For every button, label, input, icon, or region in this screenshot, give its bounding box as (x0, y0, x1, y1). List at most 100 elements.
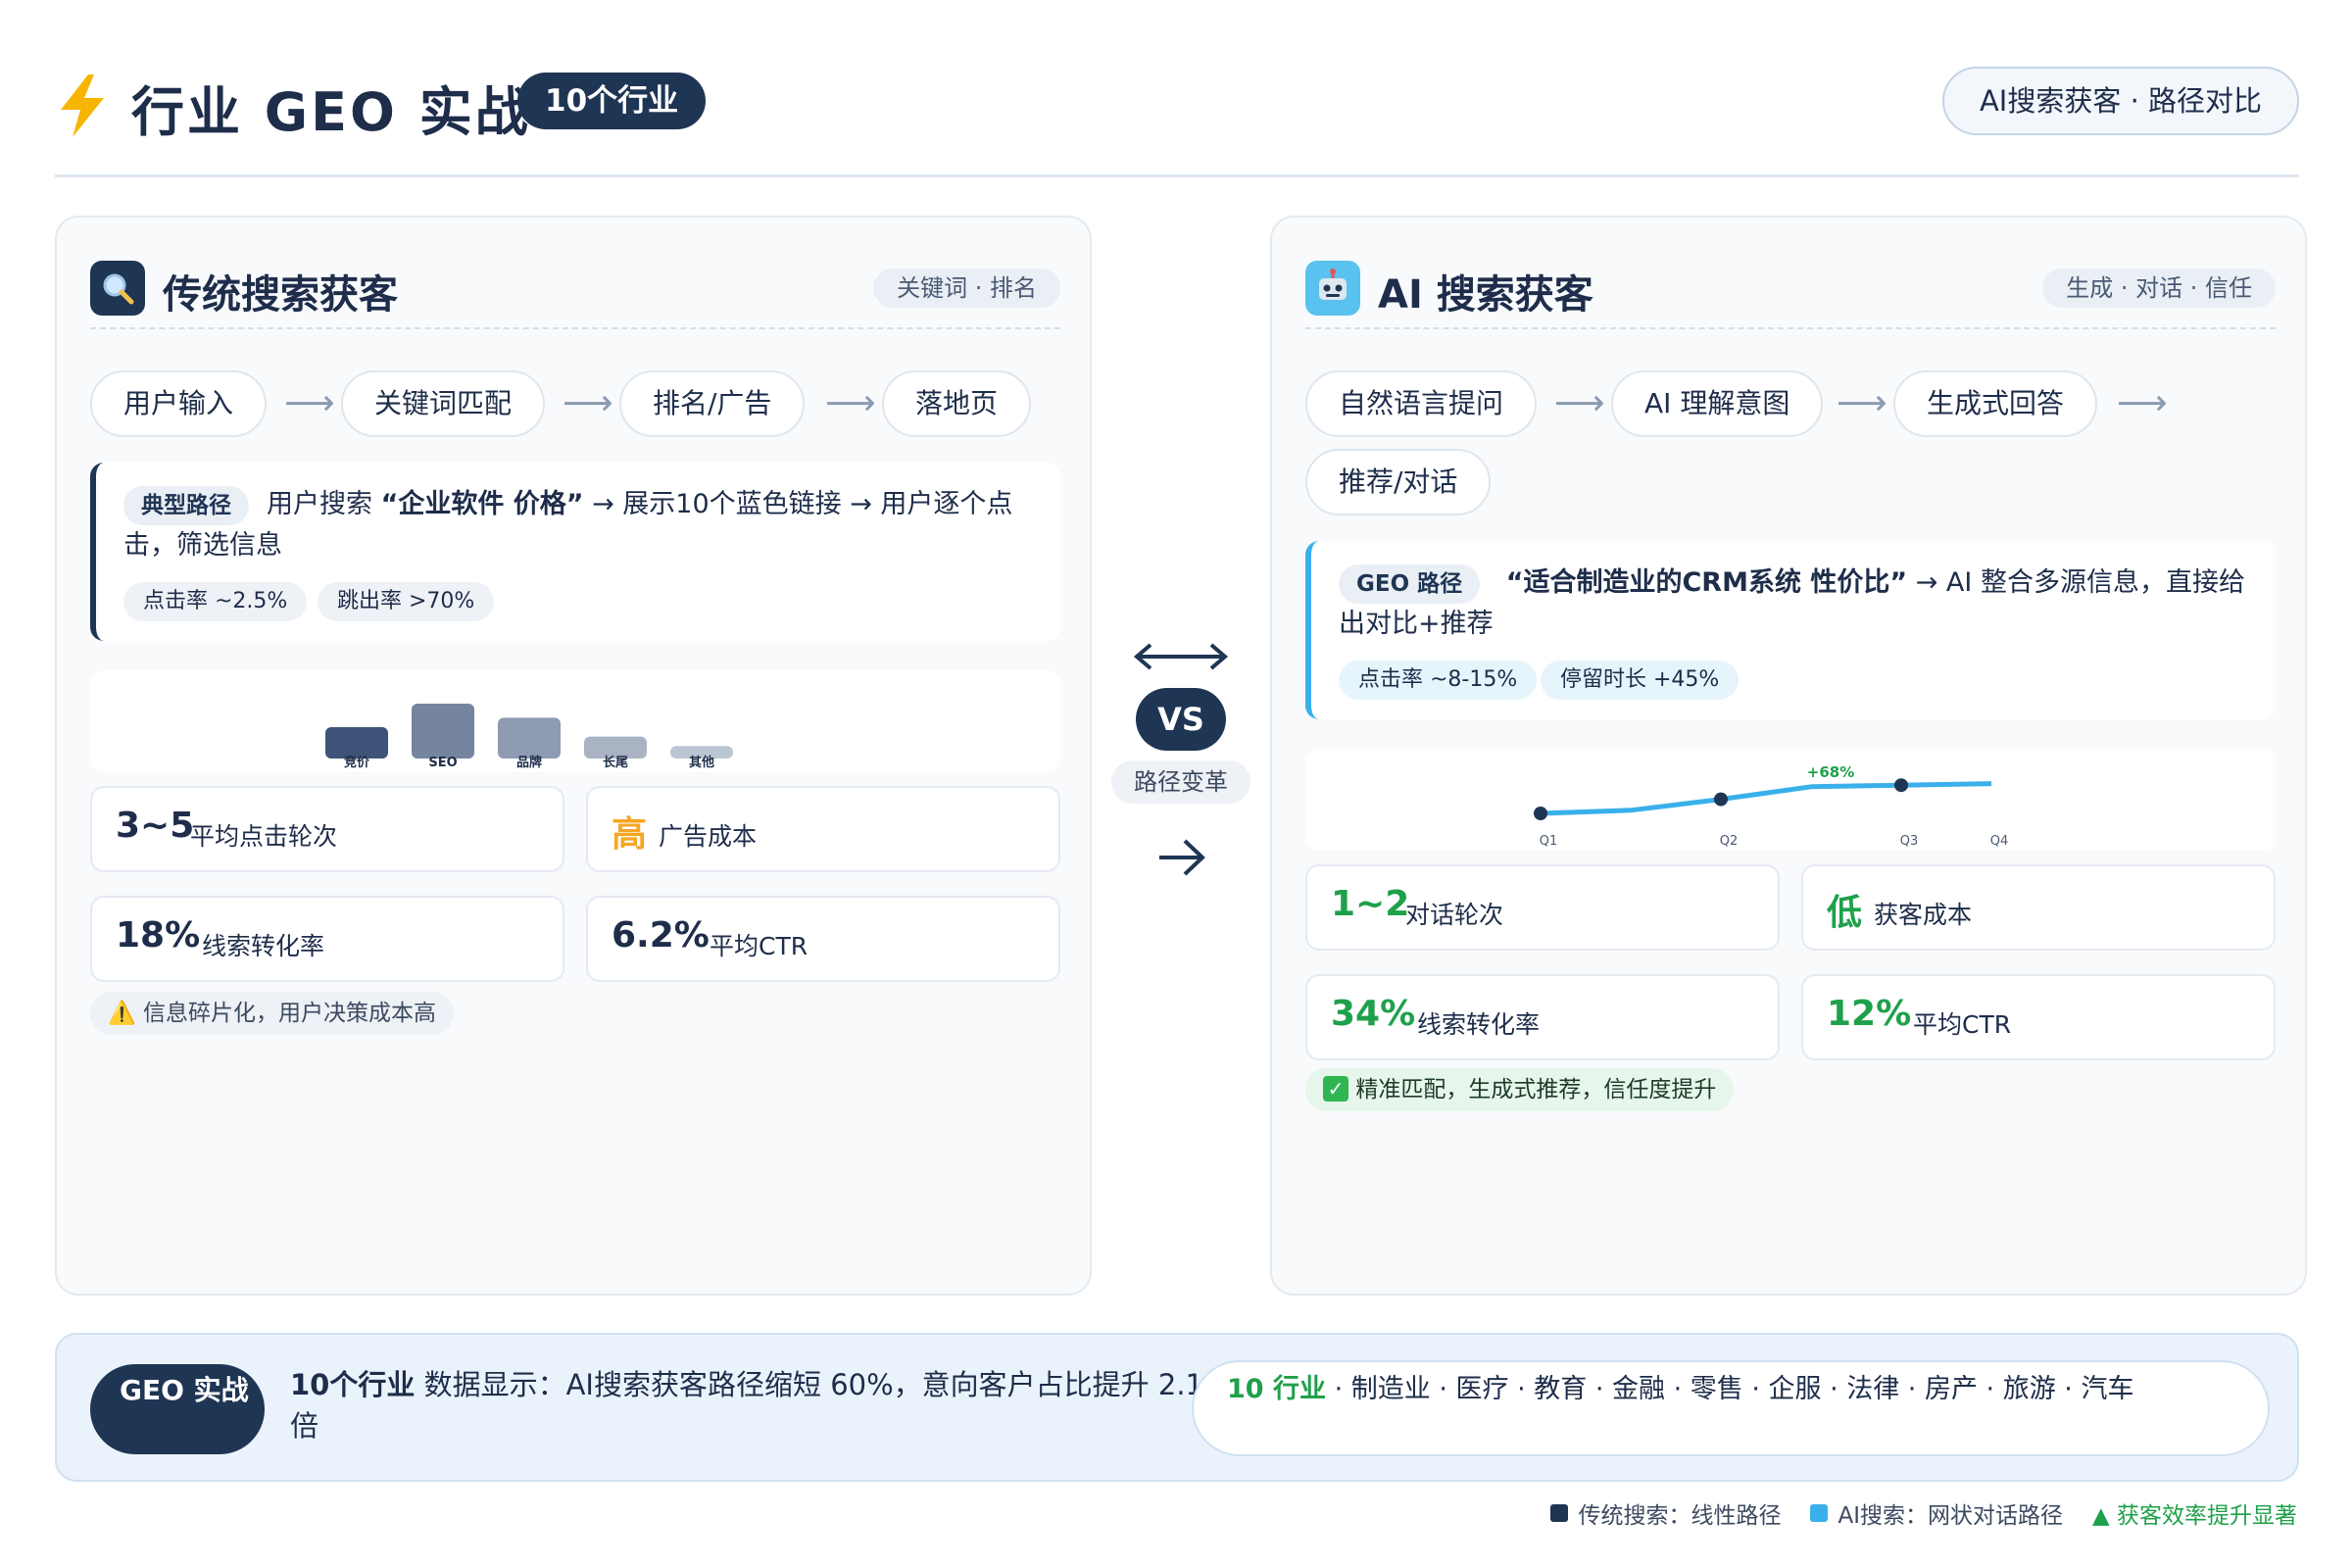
page-title: 行业 GEO 实战 (131, 81, 531, 143)
summary-text: 10个行业 数据显示：AI搜索获客路径缩短 60%，意向客户占比提升 2.1 倍 (290, 1364, 1241, 1446)
metric-value: 12% (1827, 994, 1912, 1034)
metric-avg-ctr: 12% 平均CTR (1801, 974, 2276, 1060)
bounce-chip: 跳出率 >70% (318, 582, 495, 621)
legend-label: 传统搜索：线性路径 (1578, 1503, 1782, 1529)
x-tick-label: Q4 (1990, 834, 2009, 849)
metric-ad-cost: 高 广告成本 (586, 786, 1060, 872)
summary-bold: 10个行业 (290, 1368, 416, 1401)
path-description: 典型路径 用户搜索 “企业软件 价格” → 展示10个蓝色链接 → 用户逐个点击，… (123, 484, 1045, 566)
metric-chat-rounds: 1~2 对话轮次 (1305, 864, 1780, 951)
bar-label: 品牌 (516, 755, 542, 770)
legend-ai: AI搜索：网状对话路径 (1810, 1496, 2063, 1530)
ai-line-chart: Q1 Q2 Q3 Q4 +68% (1305, 749, 2276, 851)
bar-label: 竞价 (344, 755, 370, 770)
metric-label: 广告成本 (659, 822, 758, 851)
step-landing-page[interactable]: 落地页 (882, 370, 1032, 437)
metric-value: 低 (1827, 893, 1863, 933)
metric-label: 对话轮次 (1405, 901, 1504, 929)
metric-value: 1~2 (1331, 884, 1410, 924)
industry-list-pill: 10 行业 · 制造业 · 医疗 · 教育 · 金融 · 零售 · 企服 · 法… (1192, 1360, 2270, 1456)
success-note: ✓ 精准匹配，生成式推荐，信任度提升 (1305, 1068, 1735, 1111)
panel-divider (90, 327, 1060, 329)
path-label: GEO 路径 (1339, 564, 1481, 604)
bar (498, 717, 561, 759)
bar (325, 727, 388, 759)
bar-label: 长尾 (603, 755, 628, 770)
metric-lead-conversion: 34% 线索转化率 (1305, 974, 1780, 1060)
line-chart-svg: Q1 Q2 Q3 Q4 +68% (1534, 763, 2009, 849)
metric-avg-ctr: 6.2% 平均CTR (586, 896, 1060, 982)
x-tick-label: Q2 (1720, 834, 1739, 849)
vs-divider: VS 路径变革 (1107, 637, 1254, 892)
legend-swatch (1550, 1504, 1569, 1522)
header-divider (55, 174, 2299, 177)
step-user-input[interactable]: 用户输入 (90, 370, 268, 437)
panel-title: 传统搜索获客 (163, 272, 398, 318)
step-ai-intent[interactable]: AI 理解意图 (1611, 370, 1824, 437)
panel-header: 传统搜索获客 关键词 · 排名 (90, 257, 1060, 323)
typical-path-card: 典型路径 用户搜索 “企业软件 价格” → 展示10个蓝色链接 → 用户逐个点击，… (90, 463, 1060, 641)
arrow-right-icon: ⟶ (1554, 383, 1605, 423)
step-keyword-match[interactable]: 关键词匹配 (341, 370, 546, 437)
arrow-right-icon: ⟶ (825, 383, 876, 423)
path-label: 典型路径 (123, 485, 249, 525)
metric-value: 3~5 (116, 806, 195, 846)
legend-label: AI搜索：网状对话路径 (1838, 1503, 2063, 1529)
page-header: 行业 GEO 实战 10个行业 AI搜索获客 · 路径对比 (55, 61, 2299, 145)
industry-count-badge: 10个行业 (517, 73, 707, 129)
line-point (1894, 778, 1908, 793)
metric-label: 获客成本 (1874, 901, 1973, 929)
summary-banner: GEO 实战 10个行业 数据显示：AI搜索获客路径缩短 60%，意向客户占比提… (55, 1333, 2299, 1482)
step-ranking-ads[interactable]: 排名/广告 (619, 370, 806, 437)
check-icon: ✓ (1323, 1075, 1348, 1102)
growth-annotation: +68% (1807, 763, 1854, 781)
line-point (1714, 792, 1728, 807)
ctr-chip: 点击率 ~2.5% (123, 582, 308, 621)
path-query: “企业软件 价格” (380, 489, 584, 519)
metric-value: 34% (1331, 994, 1416, 1034)
ctr-chip: 点击率 ~8-15% (1339, 661, 1538, 700)
note-text: 精准匹配，生成式推荐，信任度提升 (1355, 1077, 1717, 1102)
metric-label: 线索转化率 (202, 932, 325, 960)
legend-up: ▲ 获客效率提升显著 (2092, 1503, 2297, 1529)
metric-value: 6.2% (612, 915, 710, 956)
metric-label: 平均CTR (710, 932, 808, 960)
summary-body: 数据显示：AI搜索获客路径缩短 60%，意向客户占比提升 2.1 倍 (290, 1368, 1203, 1443)
panel-divider (1305, 327, 2276, 329)
arrow-right-icon: ⟶ (563, 383, 613, 423)
path-query: “适合制造业的CRM系统 性价比” (1505, 567, 1908, 598)
metric-click-rounds: 3~5 平均点击轮次 (90, 786, 564, 872)
panel-tag: 关键词 · 排名 (873, 269, 1060, 308)
arrow-right-icon (1159, 839, 1205, 876)
panel-title: AI 搜索获客 (1378, 272, 1593, 318)
note-text: 信息碎片化，用户决策成本高 (142, 1001, 436, 1026)
legend: 传统搜索：线性路径 AI搜索：网状对话路径 ▲ 获客效率提升显著 (1550, 1495, 2297, 1531)
robot-icon (1305, 261, 1360, 316)
arrow-right-icon: ⟶ (1837, 383, 1887, 423)
bar-label: 其他 (689, 755, 714, 770)
metric-label: 平均CTR (1913, 1010, 2012, 1039)
traditional-bar-chart: 竞价 SEO 品牌 长尾 其他 (90, 670, 1060, 772)
line-point (1534, 807, 1547, 820)
warning-note: ⚠️ 信息碎片化，用户决策成本高 (90, 992, 454, 1035)
bar-label: SEO (428, 756, 457, 770)
metric-label: 平均点击轮次 (190, 822, 338, 851)
step-recommend-chat[interactable]: 推荐/对话 (1305, 449, 1492, 515)
bar (412, 704, 474, 759)
dwell-chip: 停留时长 +45% (1541, 661, 1740, 700)
panel-tag: 生成 · 对话 · 信任 (2042, 269, 2276, 308)
ai-search-panel: AI 搜索获客 生成 · 对话 · 信任 自然语言提问 ⟶ AI 理解意图 ⟶ … (1270, 216, 2307, 1296)
vs-caption: 路径变革 (1111, 760, 1250, 804)
panel-header: AI 搜索获客 生成 · 对话 · 信任 (1305, 257, 2276, 323)
arrow-right-icon: ⟶ (2117, 383, 2168, 423)
x-tick-label: Q1 (1540, 834, 1558, 849)
metric-acquisition-cost: 低 获客成本 (1801, 864, 2276, 951)
vs-badge: VS (1136, 688, 1226, 751)
step-natural-language[interactable]: 自然语言提问 (1305, 370, 1538, 437)
header-subtitle-pill: AI搜索获客 · 路径对比 (1941, 67, 2299, 135)
metric-value: 高 (612, 814, 648, 855)
legend-swatch (1810, 1504, 1829, 1522)
arrow-right-icon: ⟶ (284, 383, 335, 423)
step-generative-answer[interactable]: 生成式回答 (1893, 370, 2098, 437)
series-line (1540, 781, 1992, 816)
